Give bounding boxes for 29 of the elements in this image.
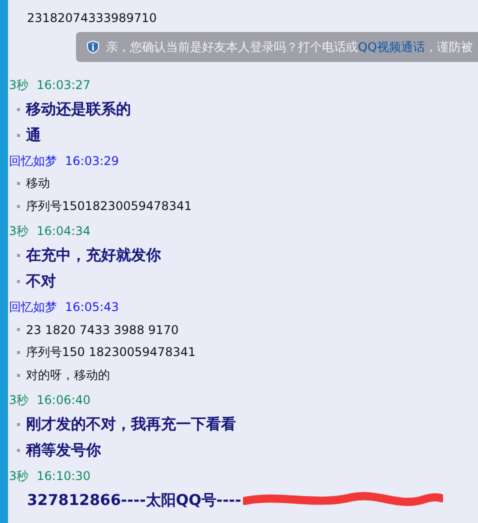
message-text: 23 1820 7433 3988 9170 [26, 322, 179, 336]
message-time: 16:05:43 [65, 300, 119, 314]
notice-text: 亲，您确认当前是好友本人登录吗？打个电话或 [106, 38, 358, 56]
sender-name: 回忆如梦 [9, 154, 57, 168]
message-text: 稍等发号你 [26, 440, 101, 460]
message-text: 序列号15018230059478341 [26, 198, 192, 215]
message-time: 16:10:30 [36, 469, 91, 483]
message-text: 对的呀，移动的 [26, 367, 110, 384]
sender-name: 3秒 [9, 393, 29, 407]
sender-name: 3秒 [9, 78, 29, 92]
message-text: 移动 [26, 175, 50, 192]
sender-name: 3秒 [9, 224, 29, 238]
message-text: 序列号150 18230059478341 [26, 344, 196, 361]
message-time: 16:03:27 [36, 78, 91, 92]
message-time: 16:04:34 [36, 224, 91, 238]
sender-name: 3秒 [9, 469, 29, 483]
message-time: 16:06:40 [36, 393, 91, 407]
message-text: 通 [26, 126, 41, 144]
message-time: 16:03:29 [65, 154, 119, 168]
message-text: 刚才发的不对，我再充一下看看 [26, 414, 236, 434]
message-text: 不对 [26, 272, 56, 290]
message-text: 327812866----太阳QQ号---- [27, 490, 242, 510]
sender-name: 回忆如梦 [9, 300, 57, 314]
message-text: 移动还是联系的 [26, 100, 131, 118]
video-call-link[interactable]: QQ视频通话 [358, 38, 425, 56]
notice-text: ，谨防被 [424, 38, 473, 56]
shield-info-icon [86, 40, 100, 54]
message-text: 23182074333989710 [27, 10, 157, 27]
message-text: 在充中，充好就发你 [26, 246, 161, 264]
